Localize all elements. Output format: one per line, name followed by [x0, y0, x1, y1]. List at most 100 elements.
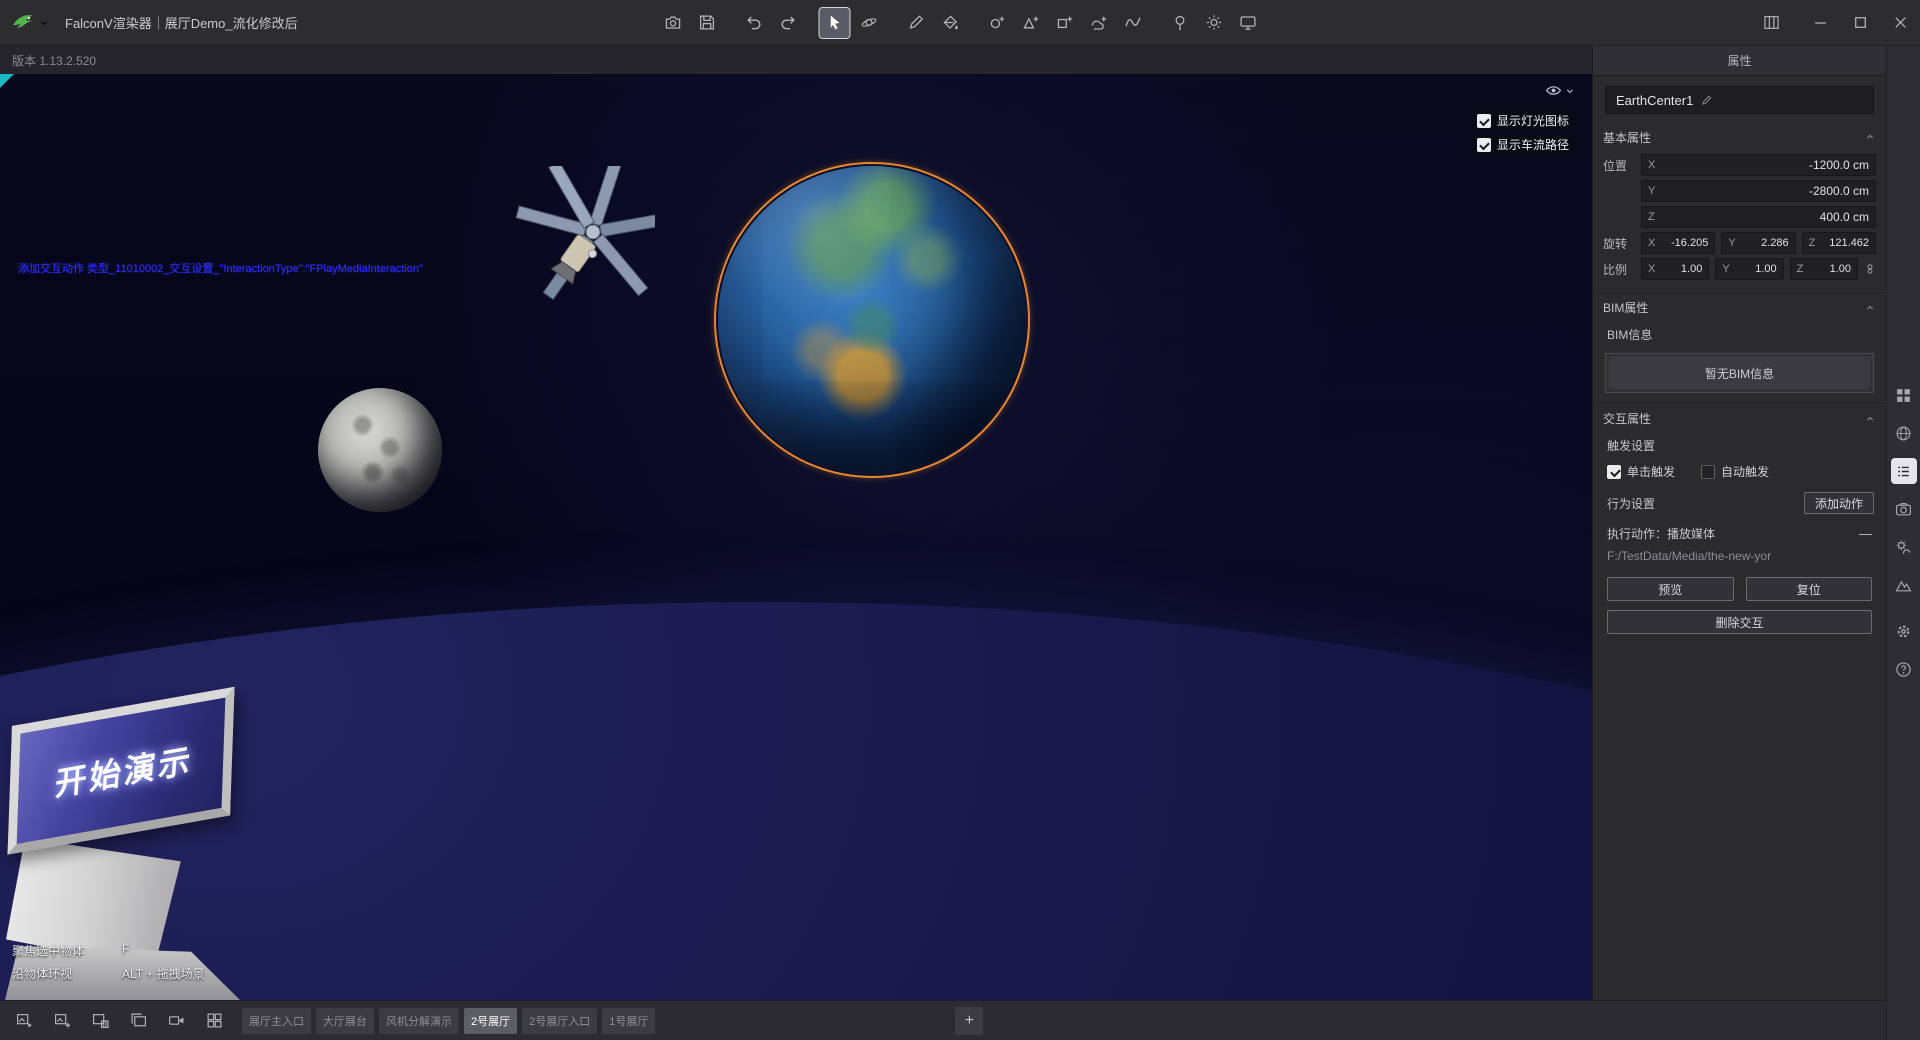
viewport-overlay-controls: 显示灯光图标 显示车流路径 [1473, 82, 1576, 155]
draw-tool-button[interactable] [901, 8, 931, 38]
bottom-bar: 展厅主入口 大厅展台 风机分解演示 2号展厅 2号展厅入口 1号展厅 + [0, 1000, 1886, 1040]
rotation-y-input[interactable]: Y 2.286 [1721, 232, 1795, 254]
position-z-input[interactable]: Z 400.0 cm [1641, 206, 1876, 228]
help-button[interactable] [1891, 656, 1917, 682]
scene-tabs: 展厅主入口 大厅展台 风机分解演示 2号展厅 2号展厅入口 1号展厅 [242, 1008, 655, 1034]
rotation-z-input[interactable]: Z 121.462 [1802, 232, 1876, 254]
position-label: 位置 [1603, 157, 1635, 174]
orbit-tool-button[interactable] [854, 8, 884, 38]
redo-button[interactable] [773, 8, 803, 38]
fill-tool-button[interactable] [935, 8, 965, 38]
scale-link-button[interactable] [1864, 263, 1876, 275]
toggle-show-light-icons[interactable]: 显示灯光图标 [1473, 110, 1576, 131]
visibility-dropdown-button[interactable] [1545, 82, 1576, 99]
app-menu-button[interactable] [10, 10, 50, 36]
image-add-icon [54, 1012, 71, 1029]
rotation-x-input[interactable]: X -16.205 [1641, 232, 1715, 254]
satellite-object[interactable] [505, 166, 655, 341]
screenshot-film-button[interactable] [86, 1007, 114, 1035]
tab-lobby-booth[interactable]: 大厅展台 [316, 1008, 374, 1034]
light-probe-button[interactable] [1165, 8, 1195, 38]
tab-hall-2[interactable]: 2号展厅 [464, 1008, 517, 1034]
object-name-field[interactable]: EarthCenter1 [1605, 86, 1874, 114]
record-video-button[interactable] [162, 1007, 190, 1035]
interaction-annotation: 添加交互动作 类型_11010002_交互设置_"InteractionType… [18, 260, 423, 276]
delete-interaction-button[interactable]: 删除交互 [1607, 610, 1872, 634]
section-bim-header[interactable]: BIM属性 [1593, 292, 1886, 322]
position-y-input[interactable]: Y -2800.0 cm [1641, 180, 1876, 202]
axis-label: Y [1728, 237, 1735, 249]
show-traffic-paths-checkbox[interactable] [1477, 138, 1491, 152]
add-sky-light-button[interactable] [1084, 8, 1114, 38]
batch-capture-button[interactable] [124, 1007, 152, 1035]
chevron-down-icon [1564, 85, 1576, 97]
add-scene-tab-button[interactable]: + [955, 1007, 983, 1035]
toggle-show-traffic-paths[interactable]: 显示车流路径 [1473, 134, 1576, 155]
click-trigger-checkbox[interactable] [1607, 465, 1621, 479]
bim-info-label: BIM信息 [1593, 322, 1886, 347]
display-button[interactable] [1233, 8, 1263, 38]
settings-button[interactable] [1891, 618, 1917, 644]
gear-icon [1895, 623, 1912, 640]
select-tool-button[interactable] [820, 8, 850, 38]
outliner-button[interactable] [1891, 458, 1917, 484]
add-action-button[interactable]: 添加动作 [1804, 492, 1874, 514]
scale-y-input[interactable]: Y 1.00 [1715, 258, 1783, 280]
section-interaction-header[interactable]: 交互属性 [1593, 403, 1886, 433]
layout-panels-button[interactable] [1756, 8, 1786, 38]
auto-trigger-checkbox[interactable] [1701, 465, 1715, 479]
help-icon [1895, 661, 1912, 678]
position-y-row: Y -2800.0 cm [1593, 178, 1886, 204]
hint-row: 聚焦选中物体 F [12, 942, 205, 959]
axis-label: Y [1648, 185, 1655, 197]
titlebar-left: FalconV渲染器｜展厅Demo_流化修改后 [0, 10, 298, 36]
spline-tool-button[interactable] [1118, 8, 1148, 38]
render-button[interactable] [658, 8, 688, 38]
add-point-light-button[interactable] [982, 8, 1012, 38]
earth-object[interactable] [718, 166, 1026, 474]
undo-button[interactable] [739, 8, 769, 38]
maximize-button[interactable] [1840, 0, 1880, 46]
moon-object[interactable] [318, 388, 442, 512]
tab-hall-1[interactable]: 1号展厅 [602, 1008, 655, 1034]
camera-button[interactable] [1891, 496, 1917, 522]
save-icon [698, 14, 715, 31]
pen-icon [907, 14, 924, 31]
close-button[interactable] [1880, 0, 1920, 46]
scale-x-input[interactable]: X 1.00 [1641, 258, 1709, 280]
tab-hall-main-entrance[interactable]: 展厅主入口 [242, 1008, 311, 1034]
reset-button[interactable]: 复位 [1746, 577, 1873, 601]
axis-label: X [1648, 237, 1655, 249]
remove-action-button[interactable]: — [1859, 526, 1872, 541]
screenshot-export-button[interactable] [10, 1007, 38, 1035]
sun-cloud-icon [1895, 539, 1912, 556]
view-grid-button[interactable] [200, 1007, 228, 1035]
components-button[interactable] [1891, 382, 1917, 408]
rename-button[interactable] [1701, 94, 1713, 106]
scale-z-input[interactable]: Z 1.00 [1790, 258, 1858, 280]
undo-icon [745, 14, 762, 31]
section-basic-header[interactable]: 基本属性 [1593, 122, 1886, 152]
trigger-click[interactable]: 单击触发 [1607, 463, 1675, 480]
panel-header: 属性 [1593, 46, 1886, 76]
tab-turbine-demo[interactable]: 风机分解演示 [379, 1008, 459, 1034]
add-spot-light-button[interactable] [1016, 8, 1046, 38]
environment-button[interactable] [1891, 534, 1917, 560]
position-x-input[interactable]: X -1200.0 cm [1641, 154, 1876, 176]
terrain-button[interactable] [1891, 572, 1917, 598]
viewport-3d[interactable]: 添加交互动作 类型_11010002_交互设置_"InteractionType… [0, 74, 1592, 1000]
light-probe-icon [1171, 14, 1188, 31]
satellite-hub [586, 225, 600, 239]
sun-light-button[interactable] [1199, 8, 1229, 38]
show-light-icons-checkbox[interactable] [1477, 114, 1491, 128]
action-label: 执行动作：播放媒体 [1607, 525, 1715, 542]
axis-label: Z [1648, 211, 1655, 223]
add-rect-light-button[interactable] [1050, 8, 1080, 38]
tab-hall-2-entrance[interactable]: 2号展厅入口 [522, 1008, 597, 1034]
save-button[interactable] [692, 8, 722, 38]
preview-button[interactable]: 预览 [1607, 577, 1734, 601]
screenshot-add-button[interactable] [48, 1007, 76, 1035]
trigger-auto[interactable]: 自动触发 [1701, 463, 1769, 480]
world-button[interactable] [1891, 420, 1917, 446]
minimize-button[interactable] [1800, 0, 1840, 46]
